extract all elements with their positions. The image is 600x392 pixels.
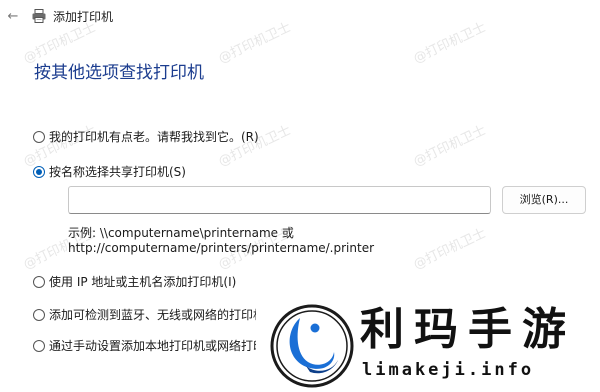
- window-title: 添加打印机: [53, 10, 114, 24]
- option-manual-local[interactable]: 通过手动设置添加本地打印机或网络打印机: [33, 337, 277, 354]
- radio-button[interactable]: [33, 339, 45, 352]
- radio-button[interactable]: [33, 308, 45, 321]
- printer-icon: [31, 8, 47, 24]
- brand-watermark-overlay: 利玛手游 limakeji.info: [256, 298, 600, 392]
- option-bluetooth-wireless[interactable]: 添加可检测到蓝牙、无线或网络的打印机: [33, 306, 265, 323]
- example-text-line1: 示例: \\computername\printername 或: [68, 226, 294, 240]
- option-label: 通过手动设置添加本地打印机或网络打印机: [49, 339, 278, 353]
- option-old-printer[interactable]: 我的打印机有点老。请帮我找到它。(R): [33, 128, 259, 145]
- option-label: 添加可检测到蓝牙、无线或网络的打印机: [49, 308, 266, 322]
- radio-button[interactable]: [33, 275, 45, 288]
- brand-url: limakeji.info: [362, 360, 535, 380]
- brand-logo-icon: [270, 304, 354, 388]
- option-label: 使用 IP 地址或主机名添加打印机(I): [49, 275, 237, 289]
- option-label: 按名称选择共享打印机(S): [49, 165, 186, 179]
- radio-button-checked[interactable]: [33, 165, 45, 178]
- example-text-line2: http://computername/printers/printername…: [68, 241, 375, 255]
- watermark: @打印机卫士: [411, 226, 489, 273]
- browse-button[interactable]: 浏览(R)...: [502, 186, 586, 214]
- radio-button[interactable]: [33, 130, 45, 143]
- printer-name-input[interactable]: [68, 186, 491, 214]
- title-bar: ← 添加打印机: [0, 0, 600, 32]
- option-shared-printer-by-name[interactable]: 按名称选择共享打印机(S): [33, 163, 186, 180]
- option-ip-address[interactable]: 使用 IP 地址或主机名添加打印机(I): [33, 273, 236, 290]
- brand-name: 利玛手游: [360, 304, 576, 355]
- option-label: 我的打印机有点老。请帮我找到它。(R): [49, 130, 259, 144]
- arrow-left-icon[interactable]: ←: [6, 9, 20, 23]
- watermark: @打印机卫士: [411, 123, 489, 170]
- page-title: 按其他选项查找打印机: [34, 63, 204, 83]
